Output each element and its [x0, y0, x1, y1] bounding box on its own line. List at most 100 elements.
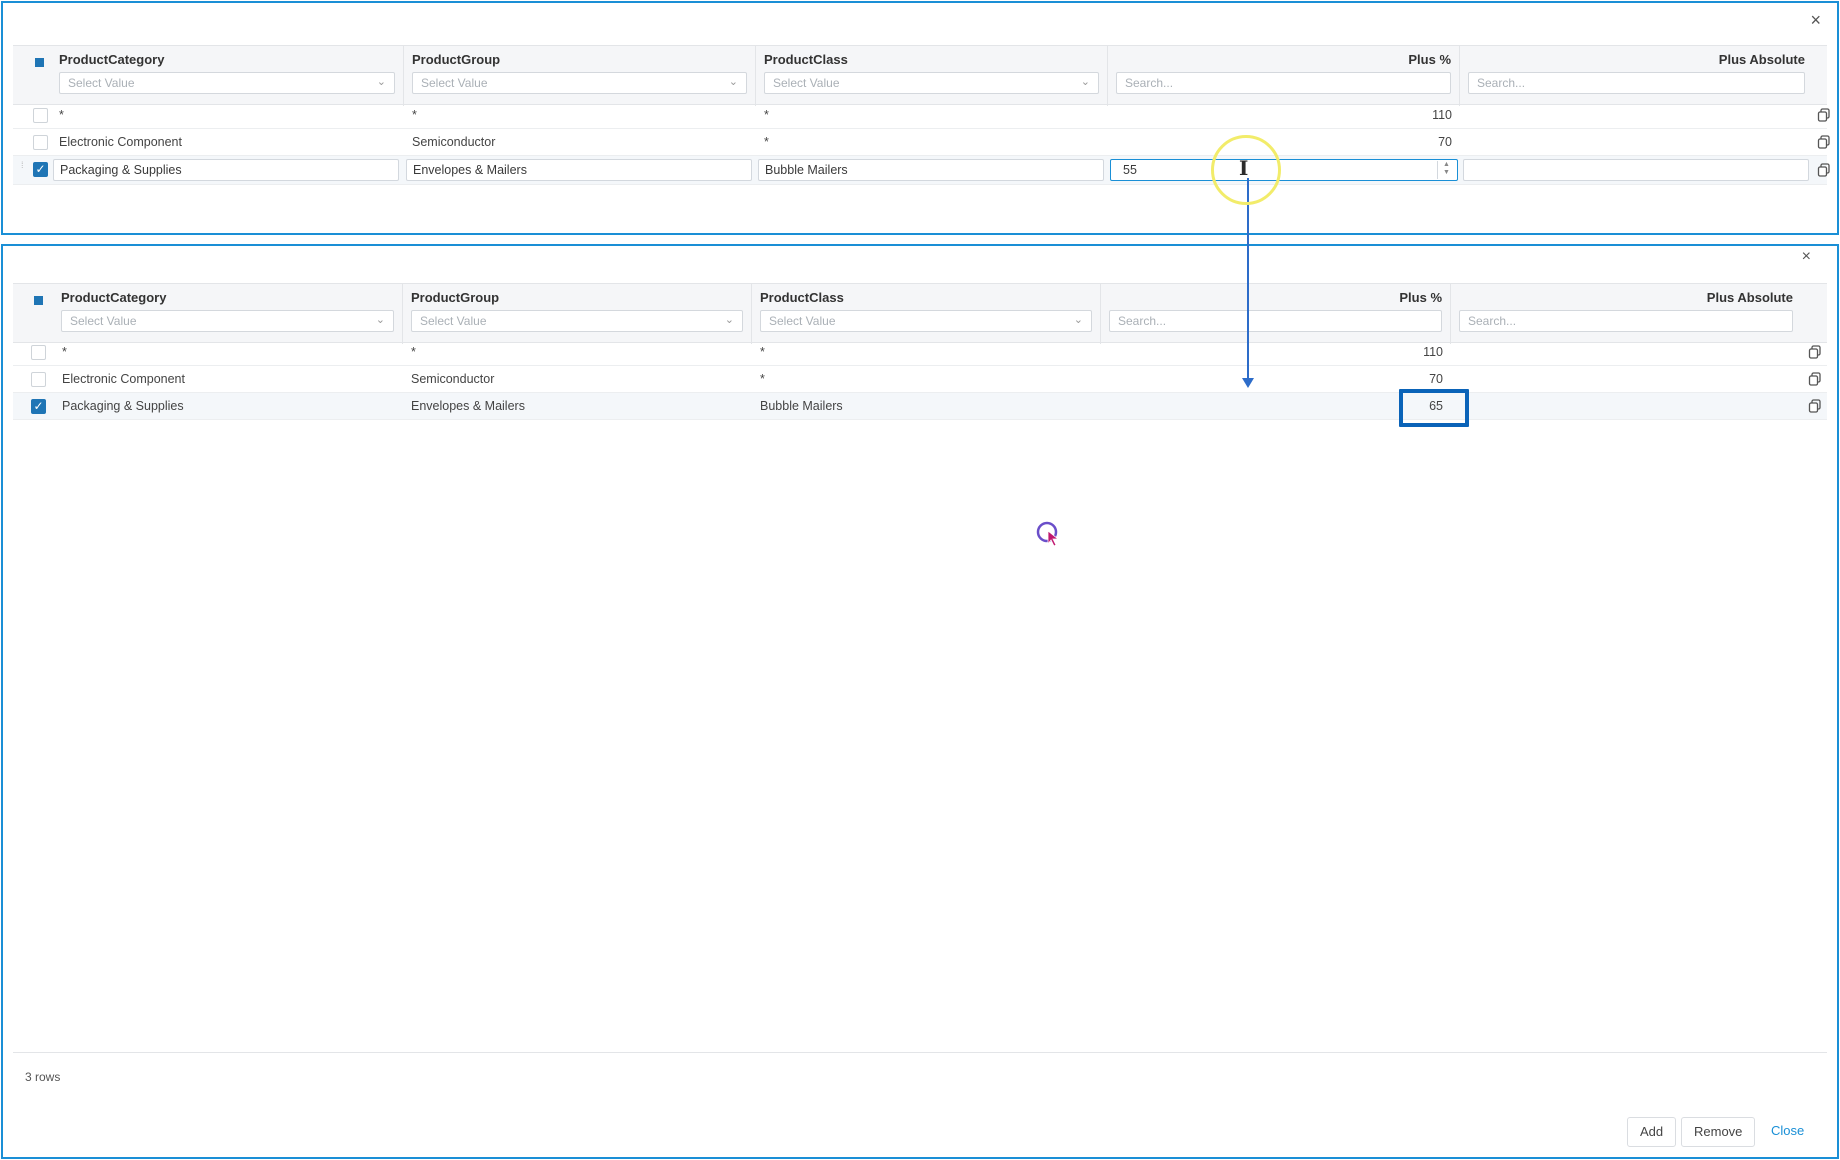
col-title: Plus Absolute — [1718, 52, 1805, 67]
remove-button[interactable]: Remove — [1681, 1117, 1756, 1147]
search-placeholder: Search... — [1477, 76, 1526, 90]
col-title: ProductCategory — [59, 52, 165, 67]
edit-group[interactable]: Envelopes & Mailers — [406, 159, 752, 181]
plus-percent-number-input[interactable]: 55 ▲ ▼ — [1110, 159, 1458, 181]
cell-plus-percent: 70 — [1429, 372, 1443, 386]
bottom-close-icon[interactable]: × — [1802, 249, 1811, 265]
col-title: Plus Absolute — [1706, 290, 1793, 305]
col-title: ProductGroup — [411, 290, 500, 305]
row-checkbox-checked[interactable]: ✓ — [33, 162, 48, 177]
cell-category: Packaging & Supplies — [62, 399, 184, 413]
top-select-all-checkbox[interactable] — [35, 58, 44, 67]
bottom-select-all-checkbox[interactable] — [34, 296, 43, 305]
row-checkbox-checked[interactable]: ✓ — [31, 399, 46, 414]
bottom-col-plus-percent: Plus % Search... — [1101, 284, 1451, 344]
copy-icon[interactable] — [1817, 108, 1831, 122]
copy-icon[interactable] — [1817, 163, 1831, 177]
top-search-plus-percent[interactable]: Search... — [1116, 72, 1451, 94]
copy-icon[interactable] — [1817, 135, 1831, 149]
bottom-col-product-category: ProductCategory Select Value ⌄ — [53, 284, 403, 344]
edit-value: Packaging & Supplies — [60, 163, 182, 177]
col-title: ProductClass — [760, 290, 844, 305]
cell-category: * — [59, 108, 64, 122]
top-search-plus-absolute[interactable]: Search... — [1468, 72, 1805, 94]
top-filter-class[interactable]: Select Value ⌄ — [764, 72, 1099, 94]
filter-placeholder: Select Value — [421, 76, 488, 90]
table-row[interactable]: Electronic Component Semiconductor * 70 — [13, 366, 1827, 393]
edit-plus-absolute[interactable] — [1463, 159, 1809, 181]
top-close-icon[interactable]: × — [1810, 11, 1821, 29]
cell-class: Bubble Mailers — [760, 399, 843, 413]
cell-group: Semiconductor — [411, 372, 495, 386]
bottom-grid: ProductCategory Select Value ⌄ ProductGr… — [13, 283, 1827, 1023]
row-checkbox[interactable] — [33, 135, 48, 150]
bottom-col-plus-absolute: Plus Absolute Search... — [1451, 284, 1827, 344]
row-count: 3 rows — [25, 1070, 61, 1084]
edit-class[interactable]: Bubble Mailers — [758, 159, 1104, 181]
busy-cursor-icon — [1036, 521, 1060, 547]
edit-category[interactable]: Packaging & Supplies — [53, 159, 399, 181]
cell-class: * — [764, 108, 769, 122]
bottom-search-plus-absolute[interactable]: Search... — [1459, 310, 1793, 332]
top-filter-group[interactable]: Select Value ⌄ — [412, 72, 747, 94]
table-row[interactable]: Electronic Component Semiconductor * 70 — [13, 129, 1830, 156]
top-col-product-group: ProductGroup Select Value ⌄ — [404, 46, 756, 106]
top-col-product-category: ProductCategory Select Value ⌄ — [51, 46, 404, 106]
bottom-filter-class[interactable]: Select Value ⌄ — [760, 310, 1092, 332]
col-title: Plus % — [1399, 290, 1442, 305]
search-placeholder: Search... — [1118, 314, 1167, 328]
cell-plus-percent: 70 — [1438, 135, 1452, 149]
updated-value-highlight — [1399, 389, 1469, 427]
bottom-filter-group[interactable]: Select Value ⌄ — [411, 310, 743, 332]
top-grid: ProductCategory Select Value ⌄ ProductGr… — [13, 45, 1830, 185]
chevron-down-icon: ⌄ — [1080, 76, 1090, 88]
col-title: ProductGroup — [412, 52, 501, 67]
cell-group: Semiconductor — [412, 135, 496, 149]
filter-placeholder: Select Value — [420, 314, 487, 328]
annotation-arrow-head — [1242, 378, 1254, 388]
bottom-edit-dialog: × ProductCategory Select Value ⌄ Product… — [1, 244, 1839, 1159]
copy-icon[interactable] — [1808, 372, 1822, 386]
row-checkbox[interactable] — [31, 345, 46, 360]
search-placeholder: Search... — [1125, 76, 1174, 90]
cell-group: * — [412, 108, 417, 122]
bottom-col-product-group: ProductGroup Select Value ⌄ — [403, 284, 752, 344]
row-checkbox[interactable] — [31, 372, 46, 387]
table-row[interactable]: * * * 110 — [13, 339, 1827, 366]
cell-plus-percent: 110 — [1432, 108, 1452, 122]
row-checkbox[interactable] — [33, 108, 48, 123]
cell-class: * — [764, 135, 769, 149]
bottom-search-plus-percent[interactable]: Search... — [1109, 310, 1442, 332]
cell-category: * — [62, 345, 67, 359]
col-title: ProductCategory — [61, 290, 167, 305]
close-button[interactable]: Close — [1759, 1117, 1817, 1147]
col-title: ProductClass — [764, 52, 848, 67]
bottom-filter-category[interactable]: Select Value ⌄ — [61, 310, 394, 332]
top-filter-category[interactable]: Select Value ⌄ — [59, 72, 395, 94]
chevron-down-icon: ⌄ — [376, 76, 386, 88]
filter-placeholder: Select Value — [769, 314, 836, 328]
cell-group: * — [411, 345, 416, 359]
cell-category: Electronic Component — [59, 135, 182, 149]
cell-group: Envelopes & Mailers — [411, 399, 525, 413]
top-grid-header: ProductCategory Select Value ⌄ ProductGr… — [13, 45, 1827, 106]
cell-category: Electronic Component — [62, 372, 185, 386]
search-placeholder: Search... — [1468, 314, 1517, 328]
edit-value: Bubble Mailers — [765, 163, 848, 177]
copy-icon[interactable] — [1808, 345, 1822, 359]
copy-icon[interactable] — [1808, 399, 1822, 413]
bottom-grid-header: ProductCategory Select Value ⌄ ProductGr… — [13, 283, 1827, 344]
number-spinner[interactable]: ▲ ▼ — [1437, 161, 1455, 179]
top-col-product-class: ProductClass Select Value ⌄ — [756, 46, 1108, 106]
table-row-selected[interactable]: ✓ Packaging & Supplies Envelopes & Maile… — [13, 393, 1827, 420]
table-row[interactable]: * * * 110 — [13, 102, 1830, 129]
cell-class: * — [760, 372, 765, 386]
table-row-editing[interactable]: ⁞ ✓ Packaging & Supplies Envelopes & Mai… — [13, 156, 1830, 185]
chevron-down-icon: ⌄ — [728, 76, 738, 88]
top-col-plus-absolute: Plus Absolute Search... — [1460, 46, 1831, 106]
top-edit-dialog: × ProductCategory Select Value ⌄ Product… — [1, 1, 1839, 235]
top-col-plus-percent: Plus % Search... — [1108, 46, 1460, 106]
add-button[interactable]: Add — [1627, 1117, 1677, 1147]
drag-handle-icon[interactable]: ⁞ — [21, 161, 27, 177]
filter-placeholder: Select Value — [68, 76, 135, 90]
